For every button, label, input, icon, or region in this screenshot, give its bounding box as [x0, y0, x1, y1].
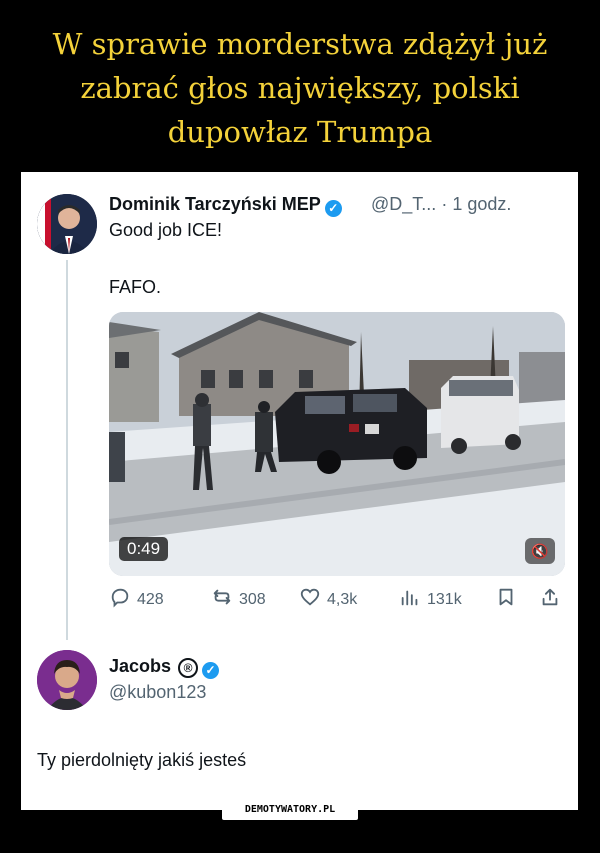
reply-avatar[interactable] — [37, 650, 97, 710]
thread-line — [66, 260, 68, 640]
author-handle[interactable]: @D_T... — [371, 194, 436, 214]
page-title: W sprawie morderstwa zdążył już zabrać g… — [52, 27, 548, 149]
tweet-actions: 428 308 4,3k 131k — [109, 586, 565, 616]
verified-badge-icon: ✓ — [324, 200, 342, 217]
repost-icon — [211, 586, 233, 614]
share-icon — [539, 586, 561, 614]
repost-count: 308 — [239, 591, 266, 608]
bookmark-icon — [495, 586, 517, 614]
bookmark-button[interactable] — [495, 586, 517, 614]
tweet-meta: @D_T... · 1 godz. — [371, 194, 511, 215]
repost-button[interactable]: 308 — [211, 586, 266, 614]
video-player[interactable]: 0:49 🔇 — [109, 312, 565, 576]
like-icon — [299, 586, 321, 614]
like-button[interactable]: 4,3k — [299, 586, 357, 614]
video-frame — [109, 312, 565, 576]
reply-count: 428 — [137, 591, 164, 608]
author-name-text: Dominik Tarczyński MEP — [109, 194, 321, 214]
watermark-logo: DEMOTYWATORY.PL — [222, 800, 358, 820]
tweet-text-line2: FAFO. — [109, 277, 162, 297]
tweet-card: Dominik Tarczyński MEP ✓ @D_T... · 1 godz… — [21, 172, 578, 810]
reply-author-text: Jacobs — [109, 656, 172, 676]
views-icon — [399, 586, 421, 614]
meta-separator: · — [441, 194, 448, 214]
reply-handle[interactable]: @kubon123 — [109, 682, 206, 703]
registered-mark: ® — [178, 658, 199, 678]
mute-icon[interactable]: 🔇 — [525, 538, 555, 564]
reply-icon — [109, 586, 131, 614]
video-duration-badge: 0:49 — [119, 537, 169, 561]
tweet-author-name[interactable]: Dominik Tarczyński MEP ✓ — [109, 194, 342, 217]
share-button[interactable] — [539, 586, 561, 614]
tweet-time[interactable]: 1 godz. — [452, 194, 511, 214]
reply-button[interactable]: 428 — [109, 586, 164, 614]
author-avatar[interactable] — [37, 194, 97, 254]
reply-text: Ty pierdolnięty jakiś jesteś — [37, 750, 247, 770]
verified-badge-icon: ✓ — [202, 662, 220, 679]
reply-author-name[interactable]: Jacobs ® ✓ — [109, 656, 220, 679]
like-count: 4,3k — [327, 591, 358, 608]
views-button[interactable]: 131k — [399, 586, 462, 614]
views-count: 131k — [427, 591, 462, 608]
tweet-text-line1: Good job ICE! — [109, 220, 223, 240]
